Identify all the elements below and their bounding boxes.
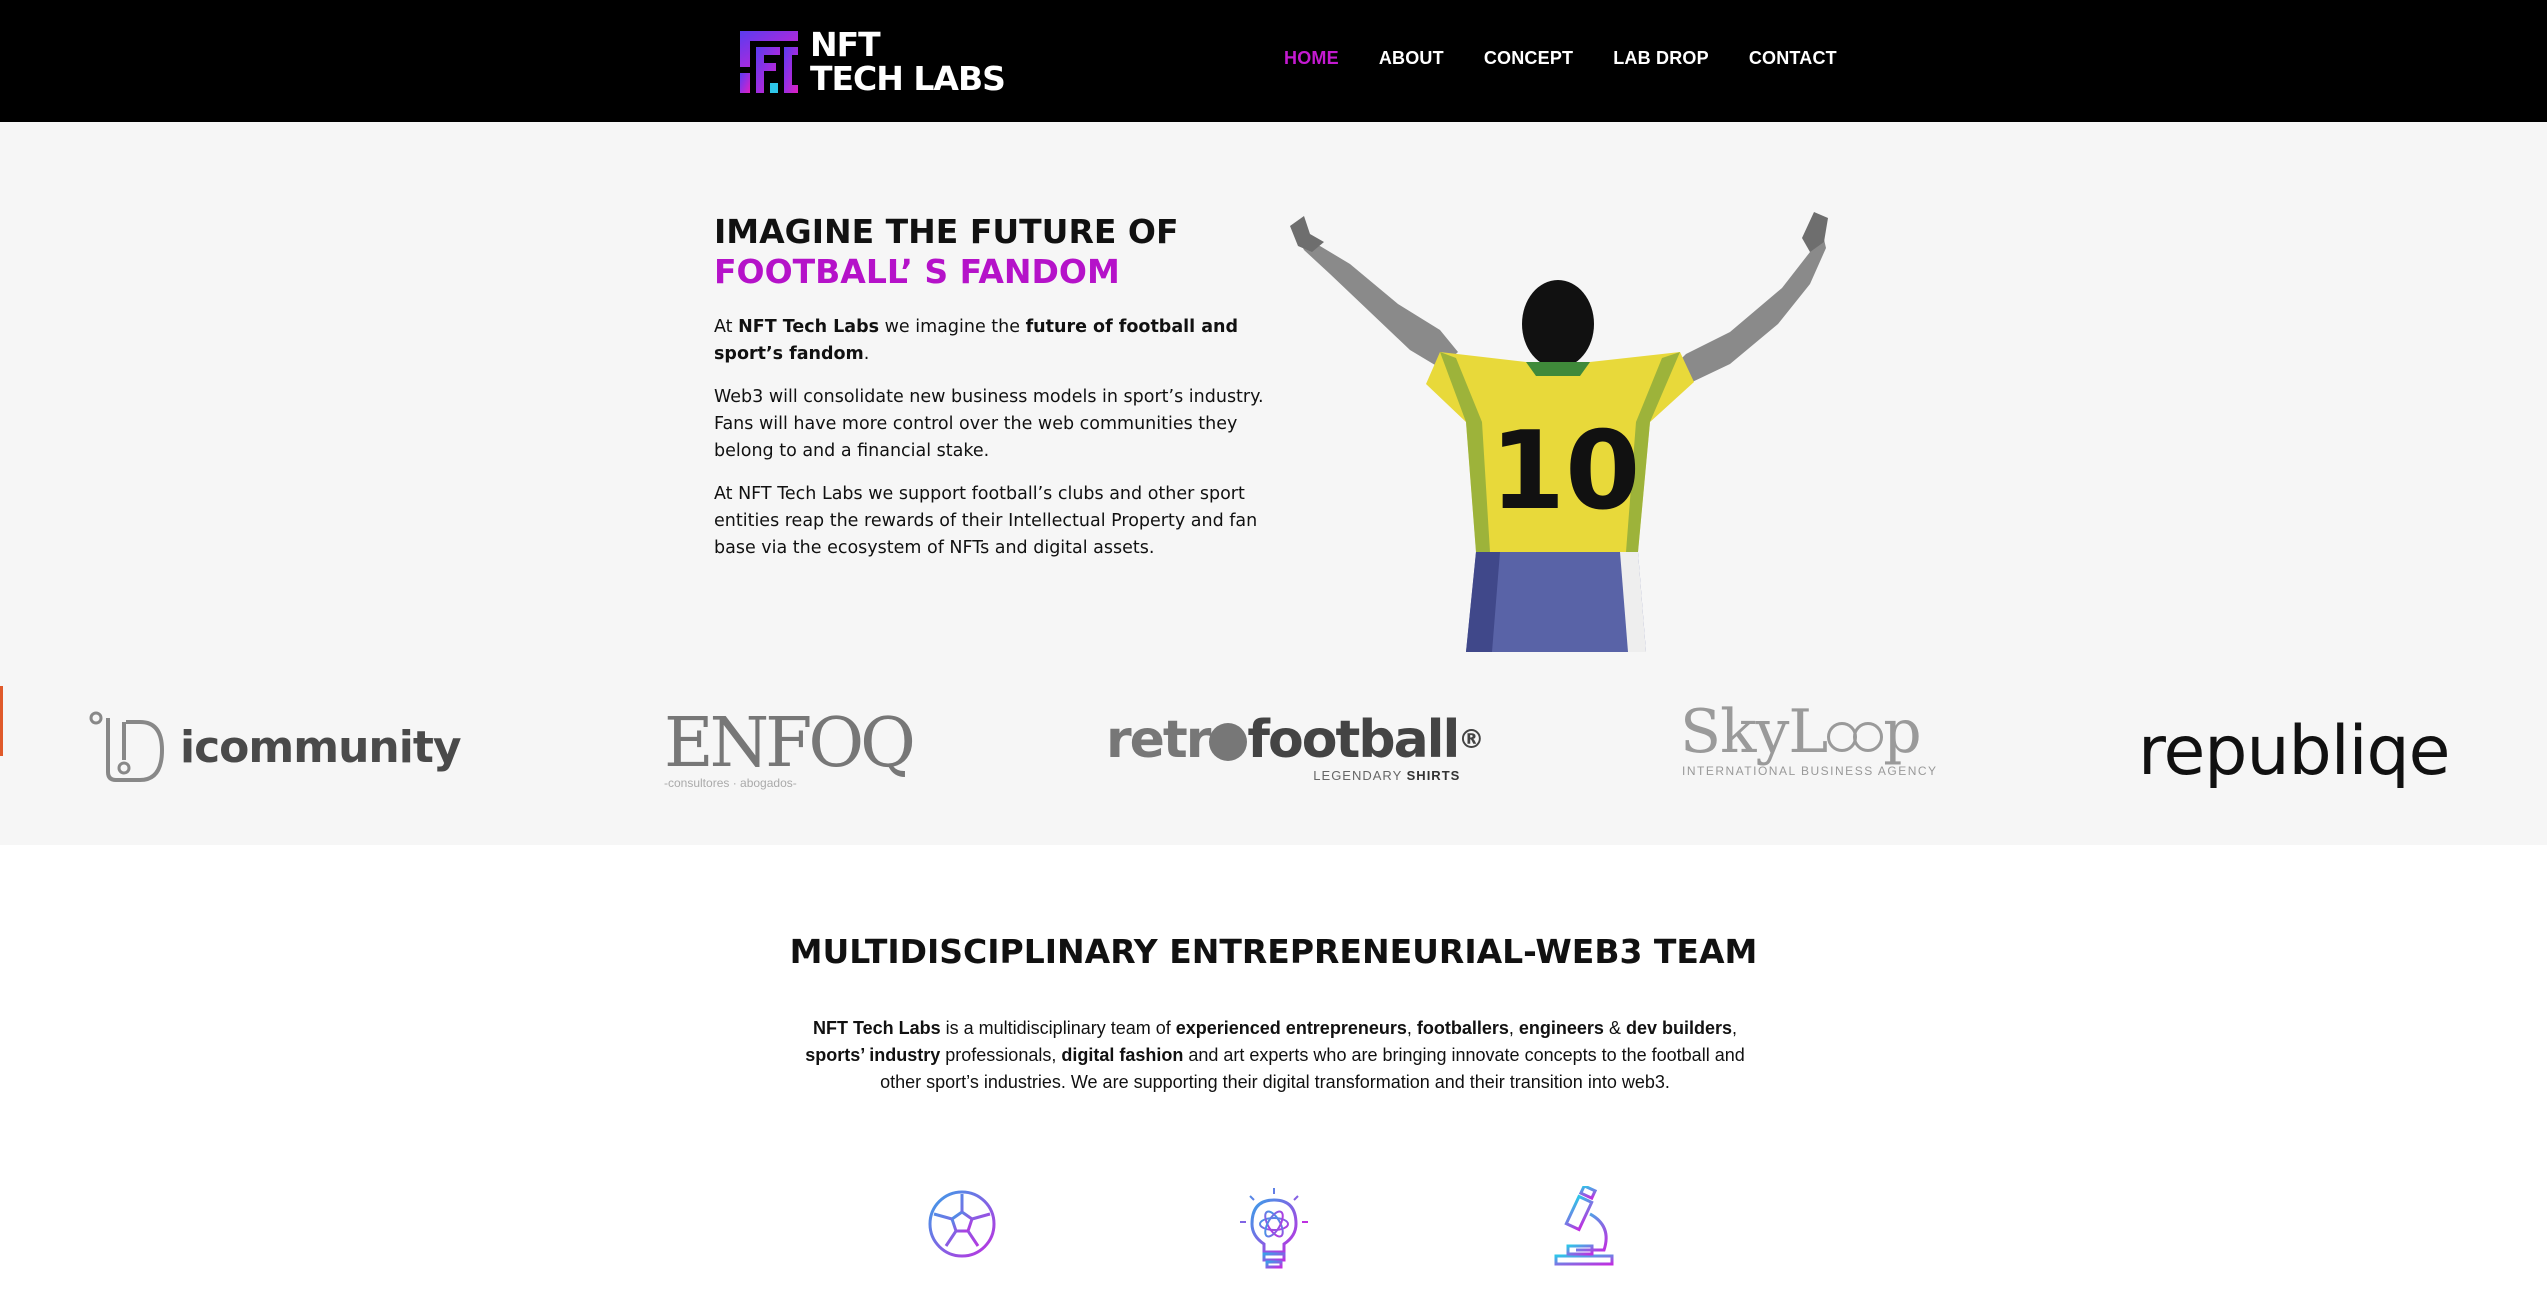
football-text: football [1247,710,1460,770]
retro-text: retr [1106,710,1211,770]
hero-intro-a: At [714,317,739,337]
nav-about[interactable]: ABOUT [1379,48,1444,69]
team-brand: NFT Tech Labs [812,1018,941,1038]
site-logo[interactable]: NFT TECH LABS [736,26,1016,98]
lightbulb-atom-icon [1240,1188,1308,1269]
nav-contact[interactable]: CONTACT [1749,48,1837,69]
hero-title: IMAGINE THE FUTURE OF FOOTBALL’ S FANDOM [714,212,1274,292]
team-text-12: professionals, [940,1045,1062,1065]
infinity-icon [1827,722,1884,752]
hero-text: IMAGINE THE FUTURE OF FOOTBALL’ S FANDOM… [714,212,1274,562]
partner-icommunity[interactable]: icommunity [88,710,462,784]
team-text-10: , [1732,1018,1738,1038]
icommunity-icon [89,711,165,782]
enfoq-subtitle: -consultores · abogados- [664,776,797,790]
retro-tagline-b: SHIRTS [1406,768,1461,783]
footballer-illustration: 10 [1290,212,1828,652]
team-bold-dev-builders: dev builders [1625,1018,1732,1038]
soccer-ball-icon [928,1190,996,1258]
skyloop-subtitle: INTERNATIONAL BUSINESS AGENCY [1682,764,1938,778]
retro-ball-icon [1209,723,1248,761]
hero-intro-c: we imagine the [879,317,1026,337]
logo-line-1: NFT [810,25,881,64]
hero-intro-e: . [863,344,870,364]
partners-strip: icommunity ENFOQ -consultores · abogados… [0,652,2547,845]
hero-paragraph-web3: Web3 will consolidate new business model… [714,387,1264,461]
hero-title-line-1: IMAGINE THE FUTURE OF [714,212,1179,251]
retro-tagline-a: LEGENDARY [1313,768,1407,783]
team-bold-engineers: engineers [1518,1018,1604,1038]
republiqe-text: republiqe [2138,712,2451,791]
site-header: NFT TECH LABS HOME ABOUT CONCEPT LAB DRO… [0,0,2547,122]
team-text-6: , [1508,1018,1519,1038]
logo-line-2: TECH LABS [810,59,1006,98]
hero-section: IMAGINE THE FUTURE OF FOOTBALL’ S FANDOM… [0,122,2547,652]
hero-title-line-2: FOOTBALL’ S FANDOM [714,252,1120,291]
hero-paragraph-support: At NFT Tech Labs we support football’s c… [714,484,1258,558]
jersey-number: 10 [1490,409,1640,534]
icommunity-text: icommunity [180,721,462,773]
team-title: MULTIDISCIPLINARY ENTREPRENEURIAL-WEB3 T… [789,932,1758,971]
partner-retrofootball[interactable]: retr football® LEGENDARY SHIRTS [1106,710,1484,783]
nav-home[interactable]: HOME [1284,48,1339,69]
skyloop-text-b: p [1883,697,1921,767]
team-bold-digital-fashion: digital fashion [1061,1045,1184,1065]
team-bold-footballers: footballers [1416,1018,1509,1038]
enfoq-text: ENFOQ [664,704,916,783]
main-nav: HOME ABOUT CONCEPT LAB DROP CONTACT [1284,48,1877,69]
retrofootball-tagline: LEGENDARY SHIRTS [1313,768,1460,783]
retrofootball-wordmark: retr football® [1106,710,1484,770]
team-text-8: & [1603,1018,1626,1038]
side-tab[interactable] [0,686,3,756]
hero-intro: At NFT Tech Labs we imagine the future o… [714,314,1274,368]
partner-skyloop[interactable]: SkyL p INTERNATIONAL BUSINESS AGENCY [1680,700,1938,778]
skyloop-text-a: SkyL [1680,697,1828,767]
team-text-4: , [1406,1018,1417,1038]
team-description: NFT Tech Labs is a multidisciplinary tea… [800,1015,1750,1096]
team-bold-sports-industry: sports’ industry [805,1045,941,1065]
team-bold-entrepreneurs: experienced entrepreneurs [1175,1018,1407,1038]
partner-enfoq[interactable]: ENFOQ -consultores · abogados- [664,704,916,791]
hero-intro-brand: NFT Tech Labs [738,317,880,337]
skyloop-wordmark: SkyL p [1680,697,1922,767]
partner-republiqe[interactable]: republiqe [2138,712,2451,791]
nav-lab-drop[interactable]: LAB DROP [1613,48,1709,69]
logo-mark-icon [740,31,798,93]
team-text-2: is a multidisciplinary team of [940,1018,1176,1038]
logo-text: NFT TECH LABS [810,25,1006,98]
microscope-icon [1554,1186,1614,1266]
registered-mark: ® [1458,725,1484,755]
nav-concept[interactable]: CONCEPT [1484,48,1573,69]
